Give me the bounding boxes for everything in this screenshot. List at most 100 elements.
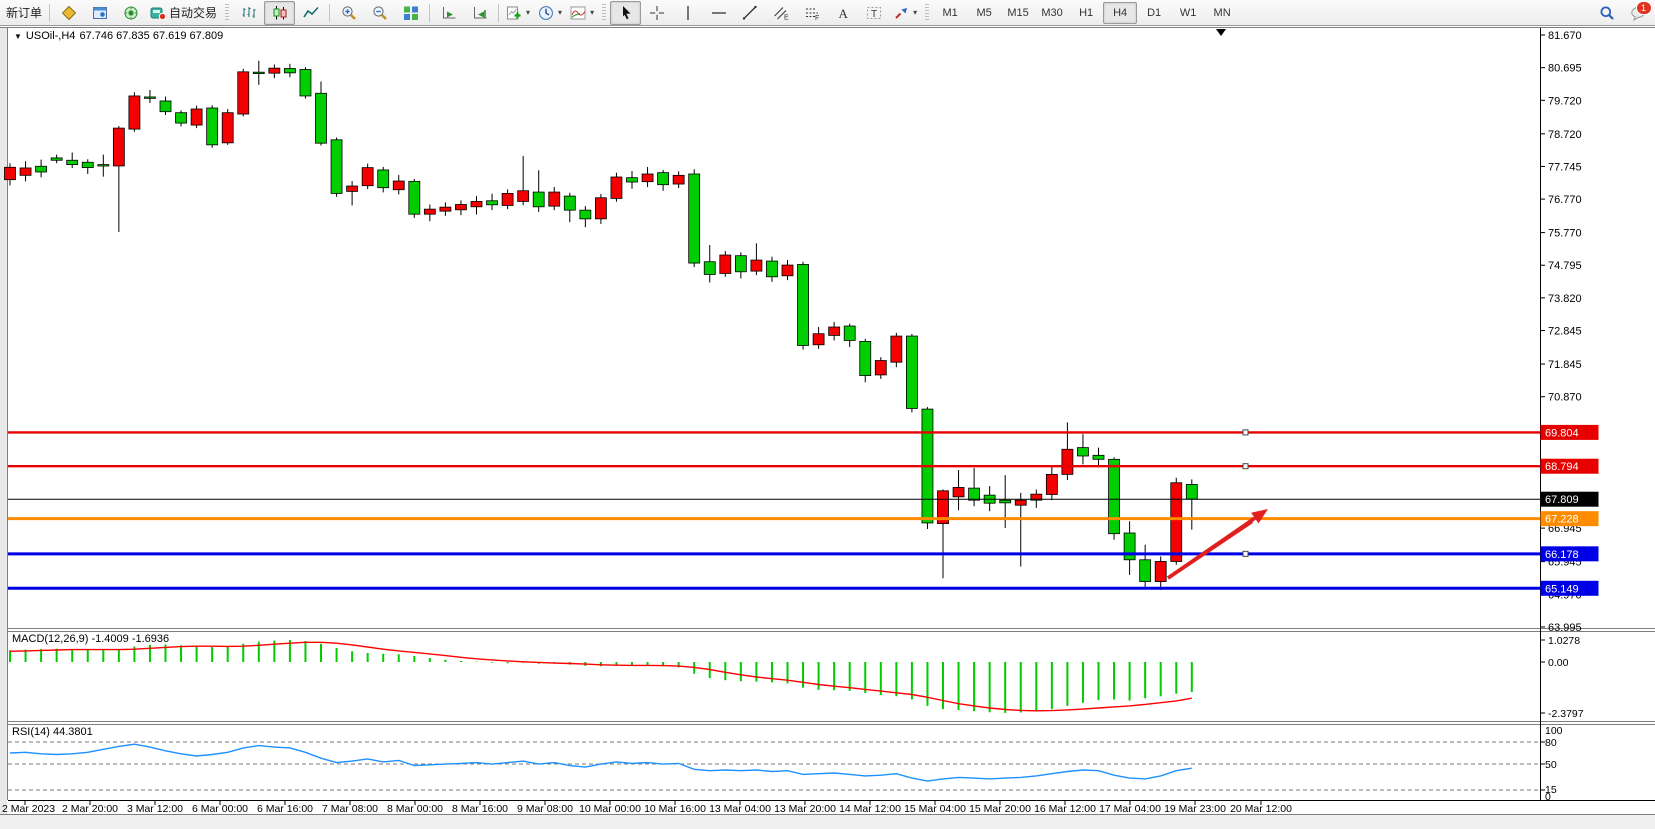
chart-background <box>0 26 1655 829</box>
toolbar-drag-handle[interactable] <box>602 4 606 22</box>
auto-scroll-button[interactable] <box>433 1 464 25</box>
line-selection-handle[interactable] <box>1243 551 1248 556</box>
market-watch-icon <box>61 5 77 21</box>
toolbar-separator <box>498 4 499 22</box>
market-watch-button[interactable] <box>53 1 84 25</box>
timeframe-d1-button[interactable]: D1 <box>1137 2 1171 24</box>
trendline-iconwrap <box>742 5 758 21</box>
draw-cursor-button[interactable] <box>610 1 641 25</box>
candle-up <box>813 334 824 345</box>
time-tick-label: 8 Mar 00:00 <box>387 803 443 815</box>
chart-collapse-icon[interactable]: ▼ <box>14 32 22 41</box>
candle-up <box>393 181 404 190</box>
time-tick-label: 13 Mar 20:00 <box>774 803 836 815</box>
draw-horizontal-line-button[interactable] <box>703 1 734 25</box>
line-selection-handle[interactable] <box>1243 430 1248 435</box>
candle-down <box>844 326 855 340</box>
candlestick-button[interactable] <box>264 1 295 25</box>
timeframe-h4-button-label: H4 <box>1113 7 1127 19</box>
candle-down <box>798 264 809 345</box>
chart-shift-icon <box>472 5 488 21</box>
equidistant-channel-icon: E <box>773 5 789 21</box>
auto-scroll-iconwrap <box>441 5 457 21</box>
timeframe-m15-button[interactable]: M15 <box>1001 2 1035 24</box>
horizontal-line-iconwrap <box>711 5 727 21</box>
data-window-button[interactable] <box>84 1 115 25</box>
time-tick-label: 3 Mar 12:00 <box>127 803 183 815</box>
search-button[interactable] <box>1591 1 1622 25</box>
zoom-out-button[interactable] <box>364 1 395 25</box>
zoom-in-button[interactable] <box>333 1 364 25</box>
candlestick-icon <box>272 5 288 21</box>
zoom-in-iconwrap <box>341 5 357 21</box>
draw-vertical-line-button[interactable] <box>672 1 703 25</box>
line-chart-iconwrap <box>303 5 319 21</box>
draw-equidistant-channel-button[interactable]: E <box>765 1 796 25</box>
candle-up <box>113 128 124 166</box>
candle-up <box>891 336 902 362</box>
draw-text-button[interactable]: A <box>827 1 858 25</box>
timeframe-w1-button[interactable]: W1 <box>1171 2 1205 24</box>
tile-windows-iconwrap <box>403 5 419 21</box>
timeframe-mn-button[interactable]: MN <box>1205 2 1239 24</box>
candle-down <box>704 262 715 275</box>
draw-arrows-button[interactable]: ▾ <box>889 1 921 25</box>
timeframe-h1-button[interactable]: H1 <box>1069 2 1103 24</box>
candle-up <box>1046 474 1057 494</box>
text-iconwrap: A <box>835 5 851 21</box>
vertical-line-iconwrap <box>680 5 696 21</box>
time-tick-label: 13 Mar 04:00 <box>709 803 771 815</box>
cursor-icon <box>618 5 634 21</box>
candle-up <box>953 487 964 496</box>
tile-windows-button[interactable] <box>395 1 426 25</box>
candle-down <box>253 72 264 73</box>
candle-up <box>1062 449 1073 474</box>
candle-up <box>611 177 622 198</box>
price-tick-label: 75.770 <box>1548 228 1582 240</box>
trendline-icon <box>742 5 758 21</box>
zoom-out-icon <box>372 5 388 21</box>
draw-trendline-button[interactable] <box>734 1 765 25</box>
timeframe-d1-button-label: D1 <box>1147 7 1161 19</box>
terminal-iconwrap <box>150 5 166 21</box>
candle-down <box>284 68 295 72</box>
dropdown-caret-icon: ▾ <box>526 8 530 17</box>
bar-chart-button[interactable] <box>233 1 264 25</box>
line-chart-button[interactable] <box>295 1 326 25</box>
toolbar-drag-handle[interactable] <box>925 4 929 22</box>
candle-up <box>829 327 840 335</box>
chat-iconwrap: 1 <box>1630 5 1646 21</box>
price-tick-label: 80.695 <box>1548 63 1582 75</box>
dropdown-caret-icon: ▾ <box>590 8 594 17</box>
time-axis: 2 Mar 20232 Mar 20:003 Mar 12:006 Mar 00… <box>2 800 1292 815</box>
line-selection-handle[interactable] <box>1243 464 1248 469</box>
time-tick-label: 15 Mar 20:00 <box>969 803 1031 815</box>
auto-scroll-icon <box>441 5 457 21</box>
timeframe-m1-button[interactable]: M1 <box>933 2 967 24</box>
navigator-button[interactable] <box>115 1 146 25</box>
draw-text-label-button[interactable]: T <box>858 1 889 25</box>
timeframe-m30-button-label: M30 <box>1041 7 1062 19</box>
new-chart-button[interactable]: ▾ <box>502 1 534 25</box>
new-order-button[interactable]: 新订单 <box>2 1 46 25</box>
candle-up <box>191 109 202 125</box>
auto-trading-button[interactable]: 自动交易 <box>146 1 221 25</box>
time-tick-label: 7 Mar 08:00 <box>322 803 378 815</box>
chart-shift-button[interactable] <box>464 1 495 25</box>
timeframe-h4-button[interactable]: H4 <box>1103 2 1137 24</box>
time-tick-label: 19 Mar 23:00 <box>1164 803 1226 815</box>
chart-canvas[interactable]: 81.67080.69579.72078.72077.74576.77075.7… <box>0 0 1655 829</box>
macd-indicator-label: MACD(12,26,9) -1.4009 -1.6936 <box>12 633 169 645</box>
toolbar-drag-handle[interactable] <box>225 4 229 22</box>
timeframe-m30-button[interactable]: M30 <box>1035 2 1069 24</box>
notifications-button[interactable]: 1 <box>1622 1 1653 25</box>
draw-fibonacci-button[interactable]: F <box>796 1 827 25</box>
time-tick-label: 16 Mar 12:00 <box>1034 803 1096 815</box>
time-tick-label: 2 Mar 20:00 <box>62 803 118 815</box>
indicators-button[interactable]: ▾ <box>566 1 598 25</box>
periods-button[interactable]: ▾ <box>534 1 566 25</box>
new-chart-iconwrap <box>506 5 522 21</box>
toolbar-separator <box>329 4 330 22</box>
timeframe-m5-button[interactable]: M5 <box>967 2 1001 24</box>
draw-crosshair-button[interactable] <box>641 1 672 25</box>
